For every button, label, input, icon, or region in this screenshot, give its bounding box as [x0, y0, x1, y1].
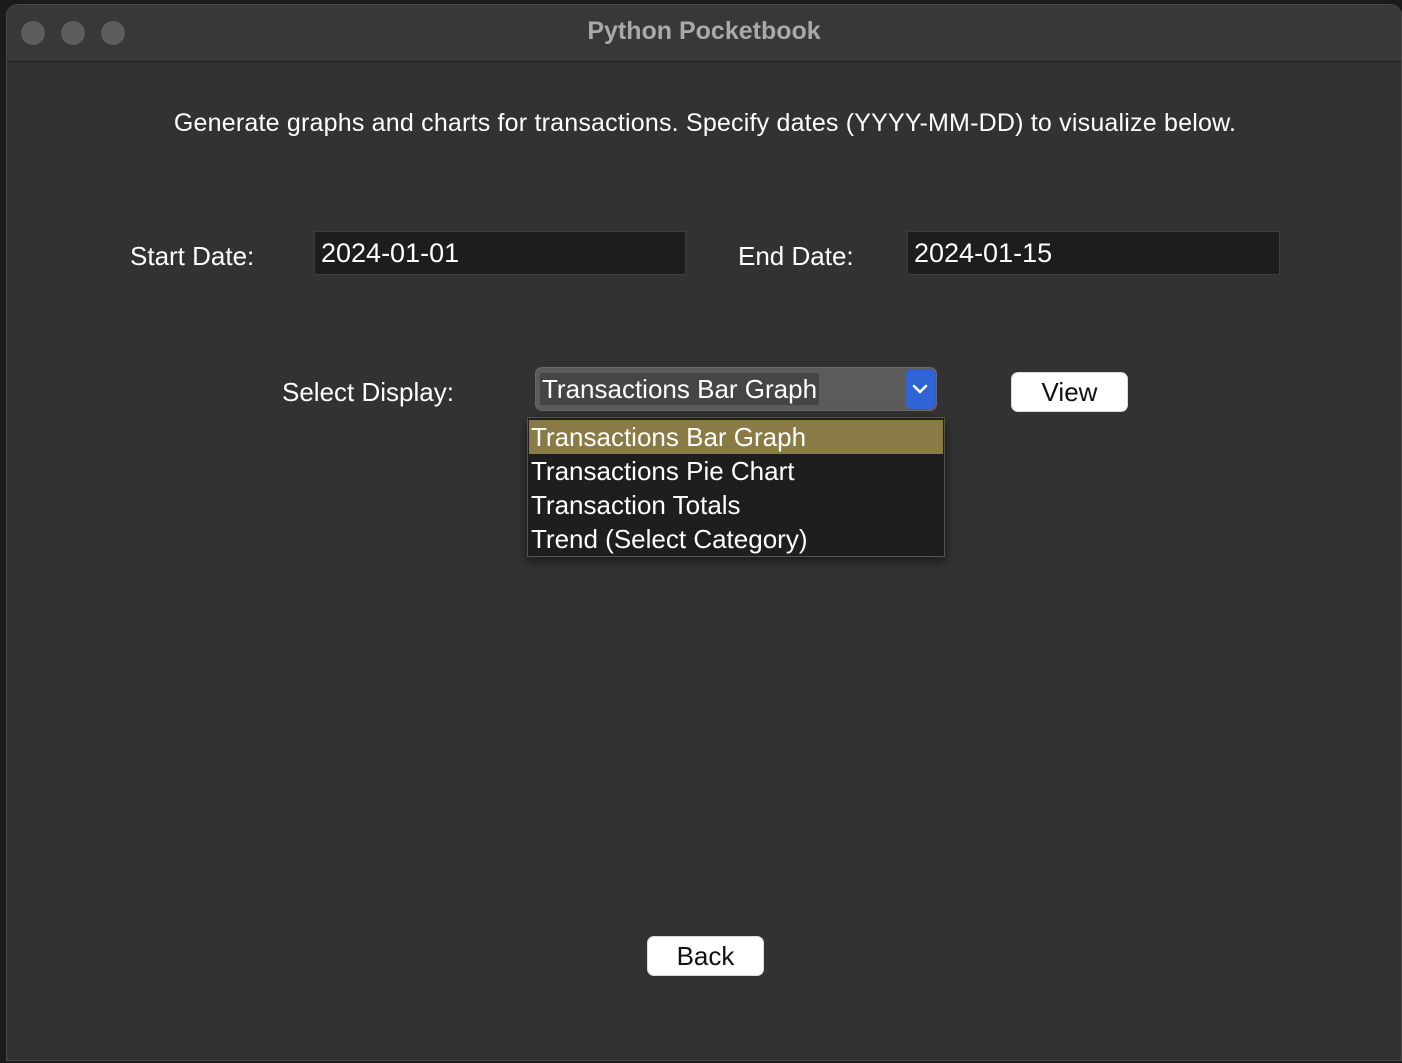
start-date-label: Start Date: — [130, 241, 255, 271]
window-title: Python Pocketbook — [587, 17, 821, 45]
dropdown-option-trend[interactable]: Trend (Select Category) — [529, 522, 943, 556]
view-button[interactable]: View — [1011, 372, 1128, 412]
chevron-down-icon[interactable] — [905, 369, 935, 409]
instructions-text: Generate graphs and charts for transacti… — [173, 109, 1237, 137]
display-dropdown-list: Transactions Bar Graph Transactions Pie … — [527, 417, 945, 557]
dropdown-option-transaction-totals[interactable]: Transaction Totals — [529, 488, 943, 522]
end-date-label: End Date: — [738, 241, 854, 271]
dropdown-option-bar-graph[interactable]: Transactions Bar Graph — [529, 420, 943, 454]
display-select[interactable]: Transactions Bar Graph — [535, 367, 937, 411]
back-button[interactable]: Back — [647, 936, 764, 976]
dropdown-option-pie-chart[interactable]: Transactions Pie Chart — [529, 454, 943, 488]
app-window: Python Pocketbook Generate graphs and ch… — [6, 4, 1402, 1061]
display-select-value: Transactions Bar Graph — [540, 373, 820, 405]
chevron-down-icon-glyph — [912, 384, 928, 394]
start-date-input[interactable]: 2024-01-01 — [314, 231, 686, 275]
title-bar[interactable]: Python Pocketbook — [7, 5, 1401, 62]
end-date-input[interactable]: 2024-01-15 — [907, 231, 1280, 275]
select-display-label: Select Display: — [282, 377, 454, 407]
